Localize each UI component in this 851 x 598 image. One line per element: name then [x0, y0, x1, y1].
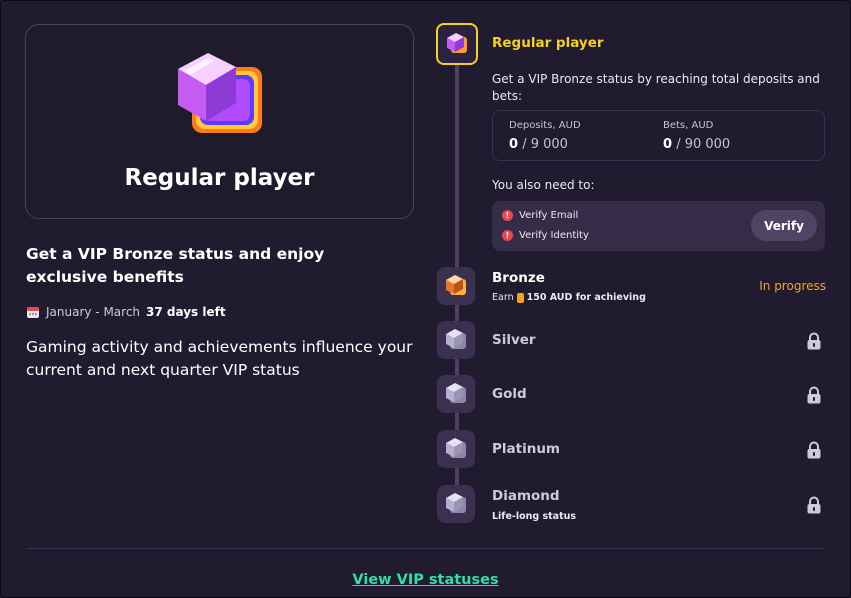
- diamond-level-icon: [437, 485, 475, 523]
- verify-button[interactable]: Verify: [751, 210, 817, 241]
- purple-gem-icon: [447, 33, 467, 53]
- current-status-card: Regular player: [25, 24, 414, 219]
- current-level-title: Regular player: [492, 35, 604, 51]
- deposits-current: 0: [509, 137, 519, 152]
- silver-gem-icon: [446, 329, 466, 349]
- purple-gem-icon: [178, 53, 262, 133]
- verify-email-label: Verify Email: [519, 210, 579, 221]
- coin-icon: [516, 292, 524, 303]
- deposits-label: Deposits, AUD: [509, 120, 581, 131]
- level-name-bronze: Bronze: [492, 270, 545, 286]
- verify-email-task: ! Verify Email: [502, 210, 578, 221]
- diamond-gem-icon: [446, 493, 466, 513]
- deposits-stat: Deposits, AUD 0 / 9 000: [509, 120, 581, 152]
- silver-level-icon: [437, 321, 475, 359]
- bets-label: Bets, AUD: [663, 120, 714, 131]
- requirement-text: Get a VIP Bronze status by reaching tota…: [492, 72, 820, 103]
- bronze-level-icon: [437, 267, 475, 305]
- level-name-diamond: Diamond: [492, 488, 560, 504]
- hero-title: Regular player: [124, 165, 315, 191]
- period-range: January - March: [46, 305, 141, 319]
- verify-identity-task: ! Verify Identity: [502, 230, 589, 241]
- lock-icon: [807, 496, 821, 514]
- vip-heading: Get a VIP Bronze status and enjoy exclus…: [26, 245, 325, 286]
- platinum-gem-icon: [446, 438, 466, 458]
- bets-target: / 90 000: [676, 137, 731, 152]
- lock-icon: [807, 441, 821, 459]
- gold-level-icon: [437, 375, 475, 413]
- requirements-box: Deposits, AUD 0 / 9 000 Bets, AUD 0 / 90…: [492, 110, 825, 161]
- deposits-target: / 9 000: [522, 137, 568, 152]
- platinum-level-icon: [437, 430, 475, 468]
- view-vip-statuses-link[interactable]: View VIP statuses: [0, 572, 851, 588]
- diamond-sub: Life-long status: [492, 511, 577, 522]
- level-name-silver: Silver: [492, 332, 536, 348]
- bets-stat: Bets, AUD 0 / 90 000: [663, 120, 730, 152]
- regular-player-level-icon: [436, 23, 478, 65]
- verification-box: ! Verify Email ! Verify Identity Verify: [492, 201, 825, 251]
- also-need-label: You also need to:: [492, 178, 595, 192]
- gold-gem-icon: [446, 383, 466, 403]
- calendar-icon: [27, 307, 39, 318]
- warning-icon: !: [502, 230, 513, 241]
- lock-icon: [807, 386, 821, 404]
- status-description: Gaming activity and achievements influen…: [26, 338, 413, 379]
- warning-icon: !: [502, 210, 513, 221]
- bronze-reward: Earn 150 AUD for achieving: [492, 292, 646, 303]
- lock-icon: [807, 332, 821, 350]
- period-row: January - March 37 days left: [26, 305, 226, 319]
- bronze-gem-icon: [446, 275, 466, 295]
- footer-divider: [26, 548, 825, 549]
- level-name-gold: Gold: [492, 386, 527, 402]
- level-name-platinum: Platinum: [492, 441, 561, 457]
- days-left: 37 days left: [146, 305, 226, 319]
- bets-current: 0: [663, 137, 673, 152]
- bronze-status-badge: In progress: [759, 279, 826, 293]
- verify-identity-label: Verify Identity: [519, 230, 589, 241]
